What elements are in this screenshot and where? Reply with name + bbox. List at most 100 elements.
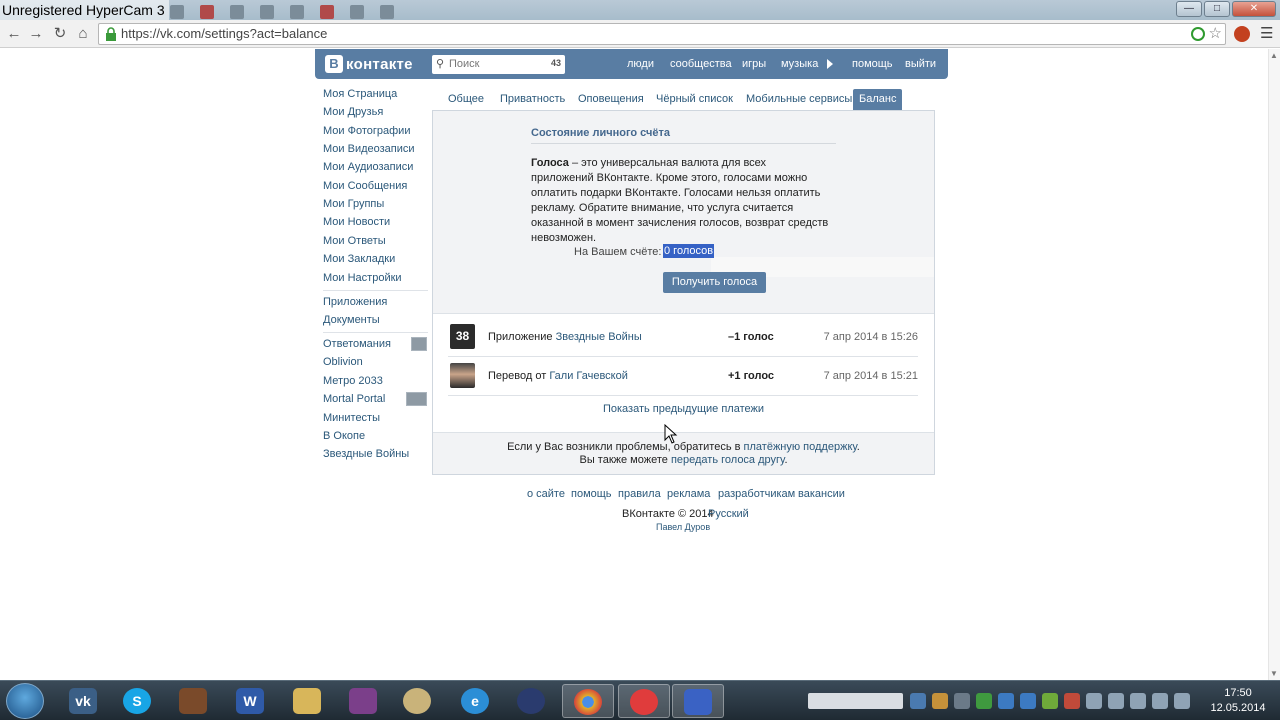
tray-icon[interactable] (976, 693, 992, 709)
tray-icon[interactable] (1042, 693, 1058, 709)
address-bar[interactable]: https://vk.com/settings?act=balance ☆ (98, 23, 1226, 45)
support-link[interactable]: платёжную поддержку (744, 441, 857, 453)
show-desktop-icon[interactable] (1174, 693, 1190, 709)
taskbar-skype[interactable]: S (112, 684, 164, 718)
language-bar[interactable] (808, 693, 903, 709)
home-icon[interactable]: ⌂ (73, 24, 93, 44)
start-button[interactable] (6, 683, 44, 719)
language-link[interactable]: Русский (708, 508, 749, 520)
battery-icon[interactable] (1130, 693, 1146, 709)
taskbar-hypercam[interactable] (672, 684, 724, 718)
network-icon[interactable] (1108, 693, 1124, 709)
side-menu-item[interactable]: Моя Страница (323, 88, 397, 100)
menu-icon[interactable]: ☰ (1260, 24, 1273, 42)
page-scrollbar[interactable]: ▲ ▼ (1268, 49, 1280, 680)
footer-link-rules[interactable]: правила (618, 488, 661, 500)
side-menu-item[interactable]: Мои Новости (323, 216, 390, 228)
tab-balance[interactable]: Баланс (853, 89, 903, 110)
scroll-down-icon[interactable]: ▼ (1270, 669, 1278, 678)
top-nav-logout[interactable]: выйти (905, 58, 936, 70)
side-menu-item[interactable]: Мои Друзья (323, 106, 383, 118)
side-app-item[interactable]: Минитесты (323, 412, 380, 424)
taskbar-game[interactable] (168, 684, 220, 718)
side-app-item[interactable]: Oblivion (323, 356, 363, 368)
vk-logo[interactable]: В контакте (325, 55, 413, 73)
tray-icon[interactable] (932, 693, 948, 709)
extension-icon[interactable] (1234, 26, 1250, 42)
app-badge-icon[interactable] (411, 337, 427, 351)
taskbar-recorder[interactable] (618, 684, 670, 718)
tab-general[interactable]: Общее (442, 89, 490, 110)
tray-icon[interactable] (998, 693, 1014, 709)
tab-favicon[interactable] (260, 5, 274, 19)
tab-favicon[interactable] (290, 5, 304, 19)
speaker-icon[interactable] (1086, 693, 1102, 709)
tab-notifications[interactable]: Оповещения (572, 89, 650, 110)
back-icon[interactable]: ← (4, 24, 24, 44)
side-app-item[interactable]: Метро 2033 (323, 375, 383, 387)
side-menu-item[interactable]: Мои Ответы (323, 235, 386, 247)
play-icon[interactable] (827, 59, 833, 69)
tab-favicon[interactable] (350, 5, 364, 19)
maximize-button[interactable]: □ (1204, 1, 1230, 17)
taskbar-word[interactable]: W (225, 684, 277, 718)
footer-link-jobs[interactable]: вакансии (798, 488, 845, 500)
top-nav-games[interactable]: игры (742, 58, 766, 70)
side-app-item[interactable]: В Окопе (323, 430, 365, 442)
scroll-up-icon[interactable]: ▲ (1270, 51, 1278, 60)
show-previous-link[interactable]: Показать предыдущие платежи (433, 403, 934, 415)
footer-link-help[interactable]: помощь (571, 488, 612, 500)
side-menu-item[interactable]: Мои Аудиозаписи (323, 161, 413, 173)
user-avatar[interactable] (450, 363, 475, 388)
close-window-button[interactable]: ✕ (1232, 1, 1276, 17)
side-menu-item[interactable]: Мои Группы (323, 198, 384, 210)
transaction-link[interactable]: Гали Гачевской (549, 370, 628, 382)
taskbar-explorer[interactable] (282, 684, 334, 718)
tab-favicon[interactable] (230, 5, 244, 19)
tray-icon[interactable] (954, 693, 970, 709)
taskbar-chrome[interactable] (562, 684, 614, 718)
minimize-button[interactable]: — (1176, 1, 1202, 17)
taskbar-winrar[interactable] (338, 684, 390, 718)
side-menu-item[interactable]: Мои Закладки (323, 253, 395, 265)
top-nav-communities[interactable]: сообщества (670, 58, 732, 70)
tab-favicon[interactable] (200, 5, 214, 19)
footer-link-developers[interactable]: разработчикам (718, 488, 795, 500)
side-menu-item[interactable]: Мои Настройки (323, 272, 402, 284)
tab-mobile[interactable]: Мобильные сервисы (740, 89, 858, 110)
top-nav-help[interactable]: помощь (852, 58, 893, 70)
side-app-item[interactable]: Ответомания (323, 338, 391, 350)
taskbar-vk[interactable]: vk (58, 684, 110, 718)
system-clock[interactable]: 17:50 12.05.2014 (1200, 686, 1276, 716)
tab-privacy[interactable]: Приватность (494, 89, 571, 110)
tray-icon[interactable] (910, 693, 926, 709)
transfer-link[interactable]: передать голоса другу (671, 454, 785, 466)
side-menu-item[interactable]: Мои Видеозаписи (323, 143, 415, 155)
flag-icon[interactable] (1152, 693, 1168, 709)
app-badge-icon[interactable] (406, 392, 427, 406)
bookmark-star-icon[interactable]: ☆ (1209, 24, 1222, 44)
top-nav-people[interactable]: люди (627, 58, 654, 70)
taskbar-fallout[interactable] (392, 684, 444, 718)
app-avatar[interactable]: 38 (450, 324, 475, 349)
forward-icon[interactable]: → (26, 24, 46, 44)
footer-link-about[interactable]: о сайте (527, 488, 565, 500)
tab-favicon[interactable] (380, 5, 394, 19)
check-icon[interactable] (1191, 27, 1205, 41)
tray-icon[interactable] (1064, 693, 1080, 709)
side-menu-item[interactable]: Мои Сообщения (323, 180, 407, 192)
side-app-item[interactable]: Mortal Portal (323, 393, 385, 405)
taskbar-app[interactable] (506, 684, 558, 718)
side-menu-item[interactable]: Документы (323, 314, 380, 326)
tray-icon[interactable] (1020, 693, 1036, 709)
tab-blacklist[interactable]: Чёрный список (650, 89, 739, 110)
tab-favicon[interactable] (320, 5, 334, 19)
top-nav-music[interactable]: музыка (781, 58, 818, 70)
side-app-item[interactable]: Звездные Войны (323, 448, 409, 460)
reload-icon[interactable]: ↻ (50, 24, 70, 44)
get-votes-button[interactable]: Получить голоса (663, 272, 766, 293)
footer-link-ads[interactable]: реклама (667, 488, 710, 500)
side-menu-item[interactable]: Мои Фотографии (323, 125, 410, 137)
transaction-link[interactable]: Звездные Войны (556, 331, 642, 343)
side-menu-item[interactable]: Приложения (323, 296, 387, 308)
